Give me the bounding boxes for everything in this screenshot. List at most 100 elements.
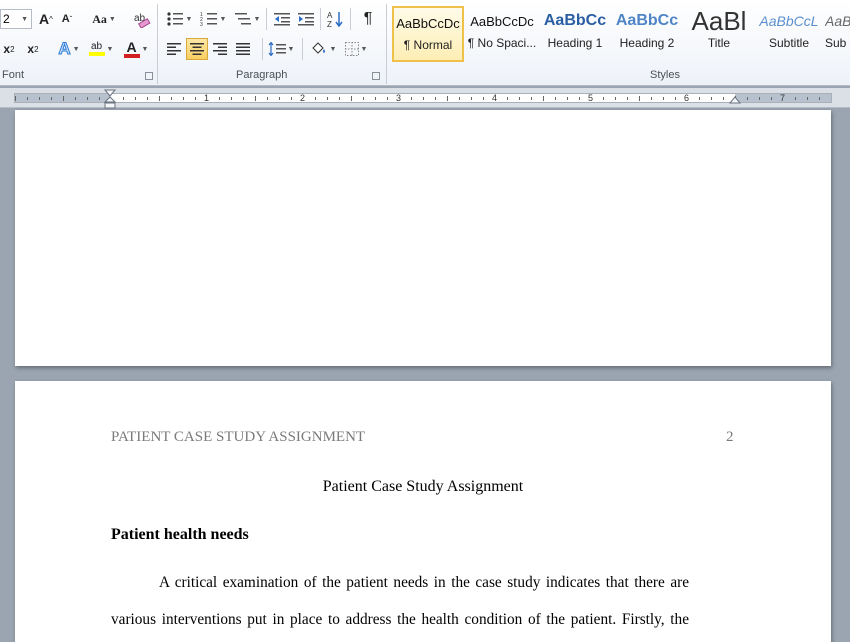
ruler-tick xyxy=(351,96,352,101)
ruler-tick xyxy=(447,96,448,101)
justify-icon xyxy=(236,43,250,55)
ribbon: 2 ▼ A ^ Aˇ Aa ▼ ab x2 x2 A ▼ ab ▼ A ▼ Font xyxy=(0,0,850,86)
align-right-button[interactable] xyxy=(210,38,230,60)
ruler-tick xyxy=(555,97,556,100)
ruler-tick xyxy=(339,97,340,100)
justify-button[interactable] xyxy=(233,38,253,60)
grow-font-icon: A xyxy=(39,11,50,27)
right-indent-marker-icon[interactable] xyxy=(729,95,741,105)
font-size-box[interactable]: 2 ▼ xyxy=(0,9,32,29)
paint-bucket-icon xyxy=(311,42,325,54)
style-no-spacing[interactable]: AaBbCcDc ¶ No Spaci... xyxy=(466,6,538,62)
paragraph-dialog-launcher-icon[interactable] xyxy=(372,72,380,80)
ruler-tick xyxy=(255,96,256,101)
styles-gallery: AaBbCcDc ¶ Normal AaBbCcDc ¶ No Spaci...… xyxy=(391,4,850,64)
increase-indent-button[interactable] xyxy=(295,8,317,30)
chevron-down-icon[interactable]: ▼ xyxy=(21,16,28,23)
ruler-tick xyxy=(27,97,28,100)
font-color-bar xyxy=(123,53,140,58)
bullets-button[interactable]: ▼ xyxy=(164,8,194,30)
ruler-tick xyxy=(159,96,160,101)
style-title[interactable]: AaBl Title xyxy=(683,6,755,62)
superscript-button[interactable]: x2 xyxy=(24,38,42,60)
line-spacing-icon xyxy=(268,42,286,56)
grow-font-button[interactable]: A ^ xyxy=(37,8,55,30)
ruler-tick xyxy=(543,96,544,101)
document-title: Patient Case Study Assignment xyxy=(322,478,524,495)
ruler-tick xyxy=(471,97,472,100)
ruler-tick xyxy=(375,97,376,100)
ruler-tick xyxy=(315,97,316,100)
style-sample: AaBbCcDc xyxy=(396,15,460,31)
svg-text:3: 3 xyxy=(200,22,203,27)
style-heading-2[interactable]: AaBbCc Heading 2 xyxy=(611,6,683,62)
svg-text:Z: Z xyxy=(327,20,332,28)
separator xyxy=(386,4,387,84)
ruler-tick xyxy=(483,97,484,100)
clear-formatting-button[interactable]: ab xyxy=(131,8,153,30)
ruler-tick xyxy=(195,97,196,100)
group-label-styles: Styles xyxy=(650,69,680,81)
sort-button[interactable]: A Z xyxy=(324,8,346,30)
ruler-tick xyxy=(267,97,268,100)
ruler-tick xyxy=(651,97,652,100)
shrink-font-icon: A xyxy=(61,13,70,25)
change-case-button[interactable]: Aa ▼ xyxy=(90,8,118,30)
style-subtitle[interactable]: AaBbCcL Subtitle xyxy=(753,6,825,62)
ruler-tick xyxy=(387,97,388,100)
ruler-tick xyxy=(171,97,172,100)
subscript-button[interactable]: x2 xyxy=(0,38,18,60)
style-heading-1[interactable]: AaBbCc Heading 1 xyxy=(539,6,611,62)
ruler-tick xyxy=(459,97,460,100)
ruler-tick xyxy=(183,97,184,100)
decrease-indent-button[interactable] xyxy=(271,8,293,30)
text-effects-button[interactable]: A ▼ xyxy=(55,38,83,60)
ruler-number: 1 xyxy=(204,93,210,103)
ruler-tick xyxy=(123,97,124,100)
highlight-button[interactable]: ab ▼ xyxy=(86,38,116,60)
ruler-tick xyxy=(75,97,76,100)
ruler-number: 4 xyxy=(492,93,498,103)
borders-button[interactable]: ▼ xyxy=(341,38,371,60)
align-left-button[interactable] xyxy=(164,38,184,60)
ruler-tick xyxy=(363,97,364,100)
style-normal[interactable]: AaBbCcDc ¶ Normal xyxy=(392,6,464,62)
ruler-tick xyxy=(135,97,136,100)
align-center-button[interactable] xyxy=(186,38,208,60)
running-header: PATIENT CASE STUDY ASSIGNMENT xyxy=(111,429,366,445)
ruler-tick xyxy=(771,97,772,100)
font-color-label: A xyxy=(126,38,137,55)
ruler-tick xyxy=(711,97,712,100)
horizontal-ruler[interactable]: 1 2 3 4 5 6 7 xyxy=(0,88,850,109)
numbering-button[interactable]: 1 2 3 ▼ xyxy=(198,8,228,30)
show-hide-marks-button[interactable]: ¶ xyxy=(357,8,379,30)
ruler-tick xyxy=(15,96,16,101)
ruler-tick xyxy=(675,97,676,100)
page-2[interactable]: PATIENT CASE STUDY ASSIGNMENT 2 Patient … xyxy=(15,381,831,642)
line-spacing-button[interactable]: ▼ xyxy=(266,38,296,60)
page-1[interactable] xyxy=(15,110,831,366)
superscript-icon: x xyxy=(27,42,35,56)
multilevel-list-icon xyxy=(234,13,251,25)
shading-button[interactable]: ▼ xyxy=(307,38,339,60)
shrink-font-button[interactable]: Aˇ xyxy=(58,8,76,30)
font-color-button[interactable]: A ▼ xyxy=(121,38,151,60)
font-size-value: 2 xyxy=(3,12,10,26)
ruler-tick xyxy=(231,97,232,100)
increase-indent-icon xyxy=(298,13,314,26)
ruler-tick xyxy=(87,97,88,100)
ruler-tick xyxy=(147,97,148,100)
ruler-tick xyxy=(531,97,532,100)
sort-icon: A Z xyxy=(327,11,343,28)
align-left-icon xyxy=(167,43,181,55)
ruler-tick xyxy=(663,97,664,100)
style-subtle[interactable]: AaB Sub xyxy=(825,6,850,62)
ruler-tick xyxy=(723,97,724,100)
ruler-tick xyxy=(219,97,220,100)
separator xyxy=(350,8,351,30)
multilevel-list-button[interactable]: ▼ xyxy=(232,8,262,30)
ruler-track: 1 2 3 4 5 6 7 xyxy=(14,93,832,103)
style-name: ¶ No Spaci... xyxy=(467,36,537,50)
indent-marker-icon[interactable] xyxy=(104,89,116,109)
font-dialog-launcher-icon[interactable] xyxy=(145,72,153,80)
